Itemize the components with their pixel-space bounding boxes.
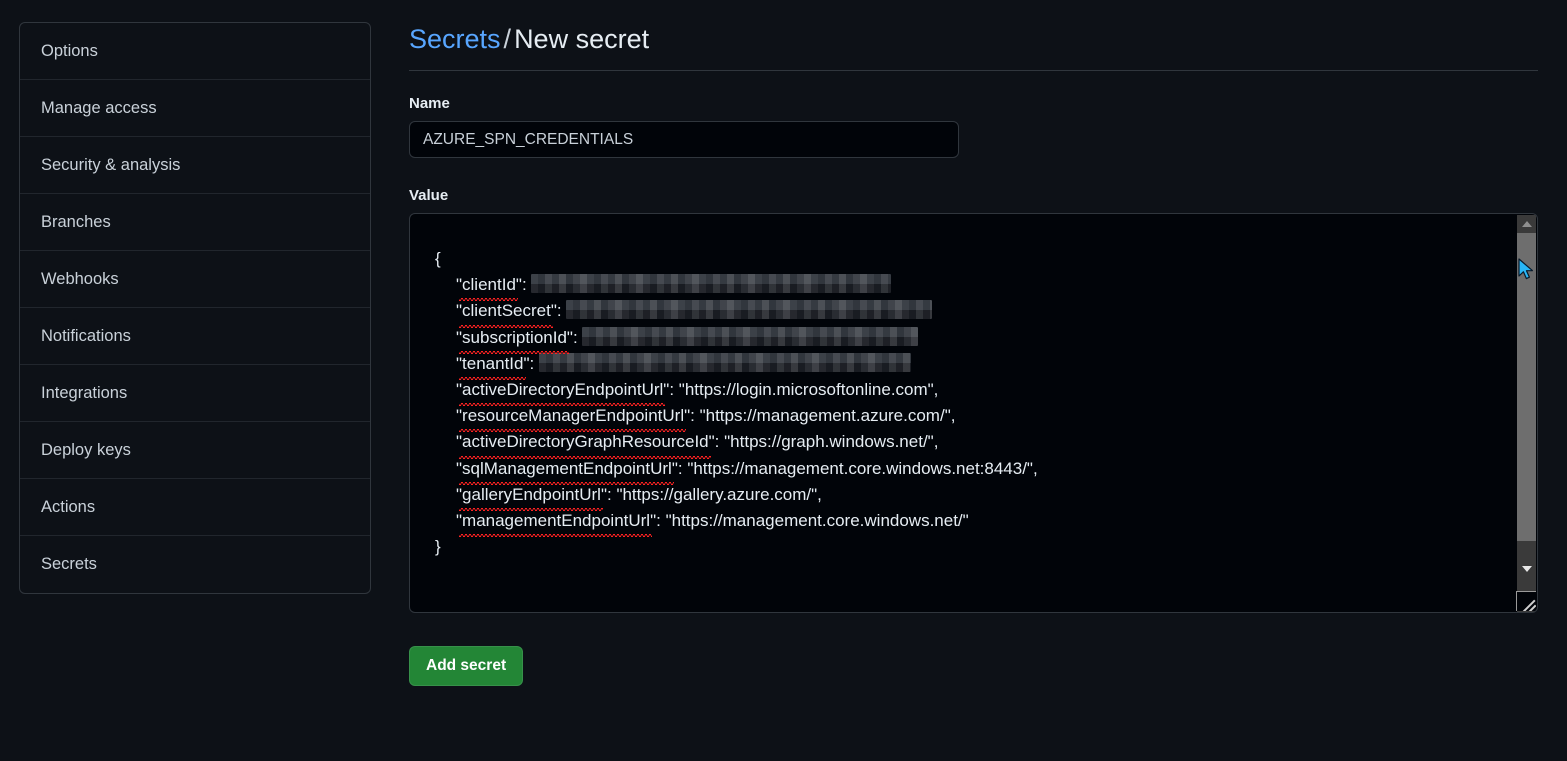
textarea-resize-handle-icon[interactable] — [1516, 591, 1536, 611]
sidebar-item-secrets[interactable]: Secrets — [20, 536, 370, 593]
name-field-label: Name — [409, 95, 450, 112]
sidebar-item-security-analysis[interactable]: Security & analysis — [20, 137, 370, 194]
json-entry-line: "activeDirectoryEndpointUrl": "https://l… — [435, 377, 1518, 407]
breadcrumb: Secrets / New secret — [409, 22, 1538, 70]
breadcrumb-separator: / — [503, 24, 512, 54]
json-key: "resourceManagerEndpointUrl" — [456, 403, 690, 433]
json-entry-line: "galleryEndpointUrl": "https://gallery.a… — [435, 482, 1518, 512]
json-entry-line: "activeDirectoryGraphResourceId": "https… — [435, 429, 1518, 459]
json-value: "https://management.core.windows.net/" — [660, 510, 969, 530]
scroll-down-arrow-icon[interactable] — [1517, 560, 1536, 578]
json-key: "sqlManagementEndpointUrl" — [456, 456, 678, 485]
sidebar-item-actions[interactable]: Actions — [20, 479, 370, 536]
sidebar-item-manage-access[interactable]: Manage access — [20, 80, 370, 137]
json-key: "activeDirectoryGraphResourceId" — [456, 429, 715, 459]
settings-sidebar: Options Manage access Security & analysi… — [19, 22, 371, 594]
json-key: "galleryEndpointUrl" — [456, 482, 607, 512]
sidebar-item-notifications[interactable]: Notifications — [20, 308, 370, 365]
redacted-secret-value — [582, 326, 919, 346]
json-entry-line: "clientSecret": — [435, 298, 1518, 328]
json-entry-line: "sqlManagementEndpointUrl": "https://man… — [435, 456, 1518, 485]
secret-value-text[interactable]: { "clientId": "clientSecret": "subscripti… — [410, 214, 1518, 612]
secret-value-textarea[interactable]: { "clientId": "clientSecret": "subscripti… — [409, 213, 1538, 613]
json-open-brace: { — [435, 249, 441, 268]
value-field-label: Value — [409, 187, 449, 204]
submit-row: Add secret — [409, 646, 1538, 686]
json-value: "https://login.microsoftonline.com", — [674, 379, 939, 399]
json-value: "https://gallery.azure.com/", — [611, 484, 822, 504]
json-entry-line: "clientId": — [435, 272, 1518, 302]
json-entry-line: "tenantId": — [435, 351, 1518, 381]
json-entry-line: "resourceManagerEndpointUrl": "https://m… — [435, 403, 1518, 433]
json-value: "https://graph.windows.net/", — [719, 432, 939, 452]
json-key: "clientId" — [456, 272, 522, 302]
sidebar-item-integrations[interactable]: Integrations — [20, 365, 370, 422]
json-close-brace: } — [435, 537, 441, 557]
header-divider — [409, 70, 1538, 71]
json-key: "clientSecret" — [456, 298, 557, 328]
scrollbar-thumb[interactable] — [1517, 233, 1536, 541]
redacted-secret-value — [538, 352, 911, 372]
sidebar-item-webhooks[interactable]: Webhooks — [20, 251, 370, 308]
main-content: Secrets/New secret Name Value { "clientId… — [409, 22, 1538, 686]
sidebar-item-branches[interactable]: Branches — [20, 194, 370, 251]
redacted-secret-value — [566, 300, 933, 320]
scroll-up-arrow-icon[interactable] — [1517, 215, 1536, 233]
json-key: "activeDirectoryEndpointUrl" — [456, 377, 669, 407]
add-secret-button[interactable]: Add secret — [409, 646, 524, 686]
json-key: "tenantId" — [456, 351, 530, 381]
json-key: "subscriptionId" — [456, 325, 573, 354]
json-value: "https://management.azure.com/", — [694, 406, 956, 426]
breadcrumb-current: New secret — [514, 24, 650, 54]
json-key: "managementEndpointUrl" — [456, 508, 656, 538]
page-root: Options Manage access Security & analysi… — [0, 0, 1567, 761]
breadcrumb-secrets-link[interactable]: Secrets — [409, 24, 501, 54]
down-triangle-icon — [1521, 566, 1532, 572]
sidebar-item-options[interactable]: Options — [20, 23, 370, 80]
json-entry-line: "managementEndpointUrl": "https://manage… — [435, 508, 1518, 538]
sidebar-item-deploy-keys[interactable]: Deploy keys — [20, 422, 370, 479]
up-triangle-icon — [1521, 221, 1532, 227]
json-value: "https://management.core.windows.net:844… — [682, 458, 1038, 478]
json-entry-line: "subscriptionId": — [435, 325, 1518, 354]
secret-name-input[interactable] — [409, 121, 959, 158]
redacted-secret-value — [531, 274, 892, 294]
textarea-scrollbar[interactable] — [1517, 215, 1536, 612]
